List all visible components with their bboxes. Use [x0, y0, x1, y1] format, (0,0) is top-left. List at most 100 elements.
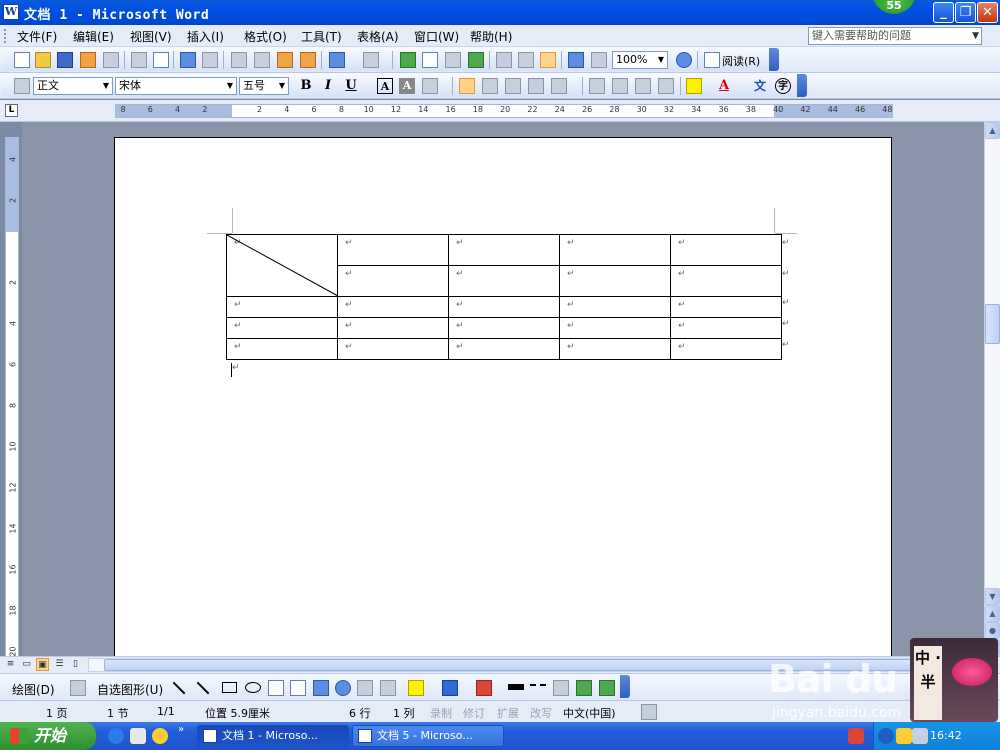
zoom-select[interactable]: 100% ▼: [612, 51, 668, 69]
diagram-icon[interactable]: [335, 680, 351, 696]
spelling-icon[interactable]: [180, 52, 196, 68]
web-view-icon[interactable]: ▭: [20, 658, 33, 671]
align-left-icon[interactable]: [459, 78, 475, 94]
draw-menu-button[interactable]: 绘图(D): [12, 681, 55, 698]
print-view-icon[interactable]: ▣: [36, 658, 49, 671]
paste-icon[interactable]: [277, 52, 293, 68]
research-icon[interactable]: [202, 52, 218, 68]
sogou-input-icon[interactable]: [848, 728, 864, 744]
print-preview-icon[interactable]: [153, 52, 169, 68]
scroll-up-button[interactable]: ▲: [985, 122, 1000, 139]
phonetic-guide-button[interactable]: 文: [752, 78, 768, 94]
table-cell[interactable]: ↵: [337, 296, 449, 318]
underline-button[interactable]: U: [343, 78, 359, 94]
taskbar-item-document-1[interactable]: 文档 1 - Microso...: [197, 725, 349, 747]
read-icon[interactable]: [704, 52, 720, 68]
chevron-down-icon[interactable]: ▼: [655, 52, 667, 68]
style-select[interactable]: 正文 ▼: [33, 77, 113, 95]
table-cell-diagonal[interactable]: ↵: [226, 234, 338, 297]
document-table[interactable]: ↵ ↵ ↵ ↵ ↵ ↵ ↵ ↵ ↵ ↵ ↵ ↵ ↵ ↵ ↵ ↵ ↵ ↵ ↵ ↵ …: [226, 234, 782, 360]
document-area[interactable]: ↵ ↵ ↵ ↵ ↵ ↵ ↵ ↵ ↵ ↵ ↵ ↵ ↵ ↵ ↵ ↵ ↵ ↵ ↵ ↵ …: [22, 122, 984, 656]
format-painter-icon[interactable]: [300, 52, 316, 68]
outline-view-icon[interactable]: ☰: [53, 658, 66, 671]
autoshapes-button[interactable]: 自选图形(U): [97, 681, 163, 698]
font-select[interactable]: 宋体 ▼: [115, 77, 237, 95]
dash-style-icon[interactable]: [530, 684, 546, 690]
tables-borders-icon[interactable]: [422, 52, 438, 68]
restore-button[interactable]: ❐: [955, 2, 976, 23]
menu-table[interactable]: 表格(A): [357, 28, 399, 45]
horizontal-ruler[interactable]: 8 6 4 2 2 4 6 8 10 12 14 16 18 20 22 24 26 28 30 32 34 36 38 40…: [115, 104, 893, 118]
decrease-indent-icon[interactable]: [635, 78, 651, 94]
chevron-down-icon[interactable]: ▼: [972, 28, 979, 44]
toolbar-options-button[interactable]: [769, 48, 779, 71]
read-button[interactable]: 阅读(R): [722, 53, 760, 69]
table-cell[interactable]: ↵: [559, 296, 671, 318]
drawing-icon[interactable]: [518, 52, 534, 68]
minimize-button[interactable]: _: [933, 2, 954, 23]
paragraph-mark-icon[interactable]: [591, 52, 607, 68]
normal-view-icon[interactable]: ≡: [4, 658, 17, 671]
arrow-style-icon[interactable]: [553, 680, 569, 696]
clip-art-icon[interactable]: [357, 680, 373, 696]
tray-arrow-icon[interactable]: [878, 728, 894, 744]
undo-icon[interactable]: [329, 52, 345, 68]
internet-explorer-icon[interactable]: [108, 728, 124, 744]
table-cell[interactable]: ↵: [448, 265, 560, 297]
toolbar-options-button[interactable]: [620, 675, 630, 698]
qq-icon[interactable]: [152, 728, 168, 744]
email-icon[interactable]: [103, 52, 119, 68]
text-box-icon[interactable]: [268, 680, 284, 696]
align-center-icon[interactable]: [482, 78, 498, 94]
start-button[interactable]: 开始: [0, 722, 96, 750]
table-cell[interactable]: ↵: [670, 265, 782, 297]
table-cell[interactable]: ↵: [337, 234, 449, 266]
menu-view[interactable]: 视图(V): [130, 28, 172, 45]
show-hide-icon[interactable]: [568, 52, 584, 68]
menu-window[interactable]: 窗口(W): [414, 28, 459, 45]
insert-table-icon[interactable]: [445, 52, 461, 68]
tray-qq-icon[interactable]: [896, 728, 912, 744]
table-cell[interactable]: ↵: [670, 317, 782, 339]
desktop-icon[interactable]: [130, 728, 146, 744]
enclose-characters-button[interactable]: 字: [775, 78, 791, 94]
char-shading-button[interactable]: A: [399, 78, 415, 94]
scroll-down-button[interactable]: ▼: [985, 588, 1000, 605]
toolbar-options-button[interactable]: [797, 74, 807, 97]
table-cell[interactable]: ↵: [559, 317, 671, 339]
status-extend[interactable]: 扩展: [497, 705, 519, 721]
chevron-down-icon[interactable]: ▼: [224, 78, 236, 94]
scroll-thumb[interactable]: [985, 304, 1000, 344]
new-document-icon[interactable]: [14, 52, 30, 68]
line-color-icon[interactable]: [442, 680, 458, 696]
document-page[interactable]: ↵ ↵ ↵ ↵ ↵ ↵ ↵ ↵ ↵ ↵ ↵ ↵ ↵ ↵ ↵ ↵ ↵ ↵ ↵ ↵ …: [114, 137, 892, 656]
save-icon[interactable]: [57, 52, 73, 68]
table-cell[interactable]: ↵: [448, 317, 560, 339]
align-right-icon[interactable]: [505, 78, 521, 94]
char-scale-icon[interactable]: [422, 78, 438, 94]
spelling-status-icon[interactable]: [641, 704, 657, 720]
shadow-style-icon[interactable]: [576, 680, 592, 696]
table-cell[interactable]: ↵: [226, 338, 338, 360]
bold-button[interactable]: B: [298, 78, 314, 94]
select-objects-icon[interactable]: [70, 680, 86, 696]
bullets-icon[interactable]: [612, 78, 628, 94]
font-color-icon[interactable]: [476, 680, 492, 696]
table-cell[interactable]: ↵: [448, 338, 560, 360]
numbering-icon[interactable]: [589, 78, 605, 94]
vertical-scrollbar[interactable]: ▲ ▼ ▲ ● ▼: [984, 122, 1000, 656]
tab-selector-button[interactable]: L: [5, 104, 18, 117]
hyperlink-icon[interactable]: [400, 52, 416, 68]
status-overtype[interactable]: 改写: [530, 705, 552, 721]
vertical-ruler[interactable]: 4 2 2 4 6 8 10 12 14 16 18 20: [5, 137, 19, 657]
line-icon[interactable]: [172, 681, 186, 695]
fill-color-icon[interactable]: [408, 680, 424, 696]
wordart-icon[interactable]: [313, 680, 329, 696]
table-cell[interactable]: ↵: [559, 338, 671, 360]
chevron-down-icon[interactable]: ▼: [276, 78, 288, 94]
italic-button[interactable]: I: [320, 78, 336, 94]
picture-icon[interactable]: [380, 680, 396, 696]
table-cell[interactable]: ↵: [670, 338, 782, 360]
notification-badge[interactable]: 55: [872, 0, 916, 14]
help-search-input[interactable]: 键入需要帮助的问题 ▼: [808, 27, 982, 45]
